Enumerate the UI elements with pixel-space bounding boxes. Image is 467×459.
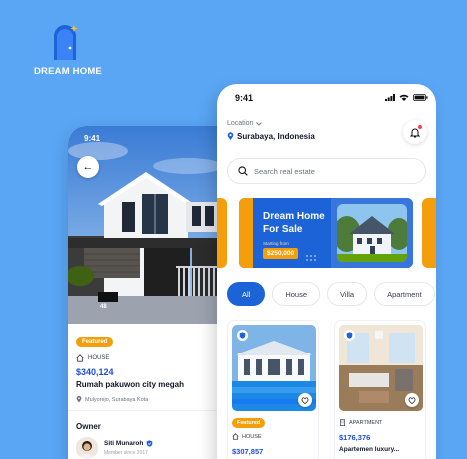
search-input[interactable] [254, 166, 404, 176]
filter-apartment[interactable]: Apartment [374, 282, 435, 306]
banner-price: $250,000 [263, 248, 299, 259]
wifi-icon [399, 94, 409, 101]
property-hero-image: 9:41 ← 48 [68, 126, 220, 324]
filter-villa[interactable]: Villa [327, 282, 368, 306]
location-selector[interactable]: Location [227, 120, 263, 127]
notification-dot [418, 125, 422, 129]
filter-chips: All House Villa Apartment [227, 282, 435, 306]
favorite-button[interactable] [405, 393, 419, 407]
property-card[interactable]: APARTMENT $176,376 Apartemen luxury... [334, 320, 426, 459]
heart-icon [408, 396, 416, 404]
notification-button[interactable] [403, 120, 427, 144]
property-type-label: HOUSE [242, 433, 262, 440]
status-icons [385, 94, 428, 101]
house-icon [232, 433, 239, 440]
battery-icon [413, 94, 428, 101]
status-time: 9:41 [84, 134, 101, 143]
owner-avatar [76, 437, 98, 459]
property-title: Rumah pakuwon city megah [76, 380, 185, 389]
favorite-button[interactable] [298, 393, 312, 407]
featured-badge: Featured [232, 418, 266, 428]
divider [68, 410, 220, 411]
location-value-row[interactable]: Surabaya, Indonesia [227, 132, 315, 141]
property-card-image [339, 325, 423, 411]
back-button[interactable]: ← [77, 156, 99, 178]
brand-name: DREAM HOME [34, 66, 102, 77]
property-card-image [232, 325, 316, 411]
banner-prev[interactable] [217, 198, 227, 268]
verified-icon [344, 330, 355, 341]
home-screen: 9:41 Location Surabaya, Indonesia Dream … [217, 84, 436, 459]
property-price: $176,376 [339, 433, 371, 442]
house-icon [76, 354, 84, 362]
location-value: Surabaya, Indonesia [237, 132, 315, 141]
property-type-label: APARTMENT [349, 419, 383, 426]
property-price: $307,857 [232, 447, 264, 456]
property-name: Apartemen luxury... [339, 446, 400, 453]
chevron-down-icon [256, 121, 263, 126]
banner-subtitle: Starting from [263, 241, 289, 246]
owner-info[interactable]: Siti Munaroh Member since 2017 [76, 437, 153, 459]
door-logo-icon [54, 25, 78, 60]
property-price: $340,124 [76, 367, 114, 377]
building-icon [340, 419, 345, 426]
address-text: Mulyorejo, Surabaya Kota [85, 396, 149, 403]
house-number: 48 [100, 304, 107, 310]
heart-icon [301, 396, 309, 404]
property-type-label: HOUSE [88, 355, 110, 361]
verified-icon [147, 440, 153, 447]
signal-icon [385, 94, 395, 101]
property-type: APARTMENT [339, 419, 382, 426]
status-time: 9:41 [235, 93, 254, 103]
arrow-left-icon: ← [82, 161, 94, 173]
owner-heading: Owner [76, 422, 101, 431]
owner-member-since: Member since 2017 [104, 450, 148, 456]
property-details: Featured HOUSE $340,124 Rumah pakuwon ci… [76, 330, 216, 403]
featured-badge: Featured [76, 337, 114, 347]
owner-name-row: Siti Munaroh [104, 440, 153, 447]
filter-house[interactable]: House [272, 282, 321, 306]
verified-icon [237, 330, 248, 341]
filter-all[interactable]: All [227, 282, 266, 306]
owner-name: Siti Munaroh [104, 440, 144, 447]
detail-screen: 9:41 ← 48 Featured HOUSE $340,124 Rumah … [68, 126, 220, 459]
search-bar[interactable] [227, 158, 426, 184]
banner-next[interactable] [422, 198, 436, 268]
promo-banner[interactable]: Dream Home For Sale Starting from $250,0… [239, 198, 413, 268]
location-pin-icon [76, 396, 82, 403]
banner-house-image [337, 204, 407, 262]
property-type: HOUSE [76, 354, 216, 362]
search-icon [238, 166, 248, 176]
property-address: Mulyorejo, Surabaya Kota [76, 396, 216, 403]
property-card[interactable]: Featured HOUSE $307,857 [227, 320, 319, 459]
banner-title: Dream Home For Sale [263, 211, 325, 235]
location-label: Location [227, 120, 254, 127]
property-type: HOUSE [232, 433, 262, 440]
location-pin-icon [227, 132, 234, 140]
